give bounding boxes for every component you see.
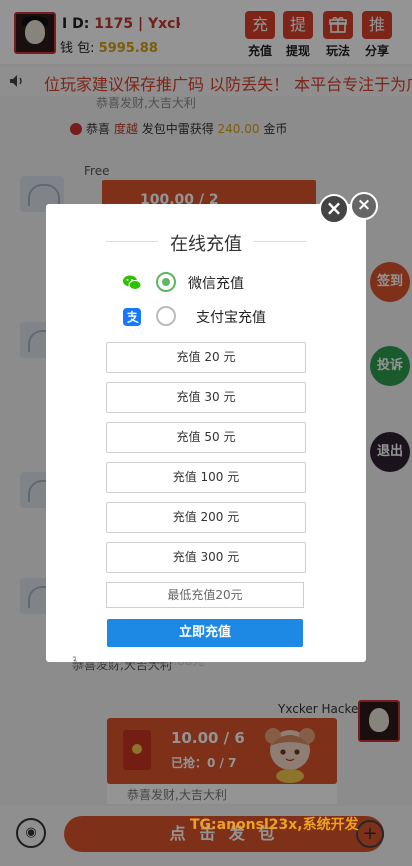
submit-recharge-button[interactable]: 立即充值 [107, 619, 303, 647]
wechat-radio[interactable] [156, 272, 176, 292]
custom-amount-input[interactable] [106, 582, 304, 608]
amount-button-300[interactable]: 充值 300 元 [106, 542, 306, 573]
amount-button-200[interactable]: 充值 200 元 [106, 502, 306, 533]
alipay-label: 支付宝充值 [196, 310, 266, 326]
modal-title: 在线充值 [170, 234, 242, 255]
title-divider [254, 241, 306, 242]
amount-button-100[interactable]: 充值 100 元 [106, 462, 306, 493]
close-icon[interactable]: × [350, 192, 378, 220]
recharge-modal: 在线充值 微信充值 支付宝充值 充值 20 元 充值 30 元 充值 50 元 … [76, 208, 336, 662]
wechat-icon [123, 275, 142, 290]
modal-header: 在线充值 [106, 230, 306, 255]
alipay-radio[interactable] [156, 306, 176, 326]
amount-button-30[interactable]: 充值 30 元 [106, 382, 306, 413]
wechat-label: 微信充值 [188, 276, 244, 292]
watermark-text: TG:anonsl23x,系统开发 [190, 817, 359, 833]
alipay-icon [123, 308, 141, 326]
close-icon[interactable]: × [319, 194, 349, 224]
amount-button-20[interactable]: 充值 20 元 [106, 342, 306, 373]
amount-button-50[interactable]: 充值 50 元 [106, 422, 306, 453]
